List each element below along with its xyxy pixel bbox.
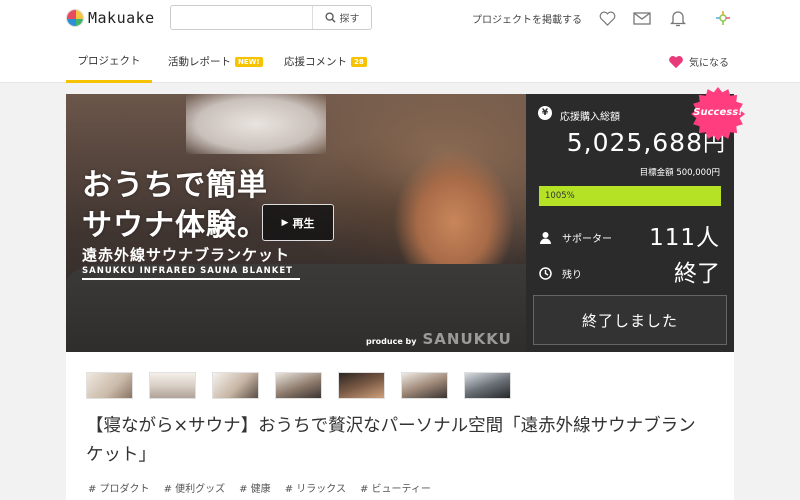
logo-mark-icon	[66, 9, 84, 27]
comment-count-badge: 28	[351, 56, 367, 67]
play-icon: ▶	[281, 217, 289, 228]
favorite-button[interactable]: 気になる	[668, 54, 729, 69]
gallery-thumbnail[interactable]	[212, 372, 259, 399]
tag-link[interactable]: # 便利グッズ	[164, 480, 226, 495]
tab-project[interactable]: プロジェクト	[66, 40, 152, 83]
makuake-logo[interactable]: Makuake	[66, 9, 155, 27]
tab-project-label: プロジェクト	[77, 54, 141, 67]
tag-link[interactable]: # ビューティー	[360, 480, 431, 495]
favorite-label: 気になる	[689, 58, 729, 69]
gallery-thumbnail[interactable]	[464, 372, 511, 399]
hero-product-en: SANUKKU INFRARED SAUNA BLANKET	[82, 266, 293, 276]
project-title: 【寝ながら×サウナ】おうちで贅沢なパーソナル空間「遠赤外線サウナブランケット」	[86, 416, 696, 465]
gallery-thumbnail[interactable]	[401, 372, 448, 399]
gallery-thumbnail[interactable]	[86, 372, 133, 399]
logo-text: Makuake	[88, 9, 155, 27]
tag-link[interactable]: # プロダクト	[88, 480, 150, 495]
tag-link[interactable]: # 健康	[239, 480, 271, 495]
goal-amount: 目標金額 500,000円	[639, 168, 720, 178]
post-project-link[interactable]: プロジェクトを掲載する	[472, 11, 582, 26]
hero-product-jp: 遠赤外線サウナブランケット	[82, 246, 291, 264]
progress-text: 1005%	[545, 191, 575, 201]
search-button[interactable]: 探す	[312, 6, 371, 29]
yen-icon: ¥	[538, 106, 552, 120]
play-video-button[interactable]: ▶ 再生	[262, 204, 334, 241]
gallery-thumbnails	[86, 372, 527, 399]
project-tabs: プロジェクト 活動レポート NEW! 応援コメント 28 気になる	[0, 40, 800, 83]
mail-icon[interactable]	[632, 8, 652, 28]
site-header: Makuake 探す プロジェクトを掲載する	[0, 0, 800, 40]
hero-image[interactable]: おうちで簡単 サウナ体験。 遠赤外線サウナブランケット SANUKKU INFR…	[66, 94, 526, 352]
tab-activity-report[interactable]: 活動レポート NEW!	[168, 40, 263, 83]
produce-by-credit: produce by SANUKKU	[366, 330, 512, 348]
tab-activity-report-label: 活動レポート	[168, 56, 231, 68]
search-input[interactable]	[171, 6, 312, 29]
search-icon	[324, 12, 336, 23]
hero-headline-2: サウナ体験。	[82, 208, 268, 243]
hero-headline-1: おうちで簡単	[82, 168, 268, 203]
tag-list: # プロダクト # 便利グッズ # 健康 # リラックス # ビューティー	[88, 480, 445, 495]
project-ended-button[interactable]: 終了しました	[533, 295, 727, 345]
hero-divider	[82, 278, 300, 280]
progress-bar: 1005%	[539, 186, 721, 206]
gallery-thumbnail[interactable]	[338, 372, 385, 399]
play-label: 再生	[292, 216, 315, 230]
bell-icon[interactable]	[668, 8, 688, 28]
project-summary: 【寝ながら×サウナ】おうちで贅沢なパーソナル空間「遠赤外線サウナブランケット」 …	[66, 352, 734, 500]
supporters-value: 111人	[649, 225, 720, 251]
gallery-thumbnail[interactable]	[275, 372, 322, 399]
new-badge: NEW!	[235, 56, 263, 67]
tag-link[interactable]: # リラックス	[285, 480, 346, 495]
brand-name: SANUKKU	[422, 330, 512, 348]
heart-icon[interactable]	[597, 8, 617, 28]
success-badge: Success!	[693, 107, 743, 118]
remaining-value: 終了	[674, 261, 720, 287]
gallery-thumbnail[interactable]	[149, 372, 196, 399]
tab-comments-label: 応援コメント	[284, 56, 347, 68]
user-avatar-icon[interactable]	[713, 8, 733, 28]
total-label: 応援購入総額	[560, 112, 620, 123]
tab-comments[interactable]: 応援コメント 28	[284, 40, 367, 83]
heart-filled-icon	[669, 55, 683, 68]
search-box: 探す	[170, 5, 372, 30]
search-button-label: 探す	[339, 14, 360, 25]
